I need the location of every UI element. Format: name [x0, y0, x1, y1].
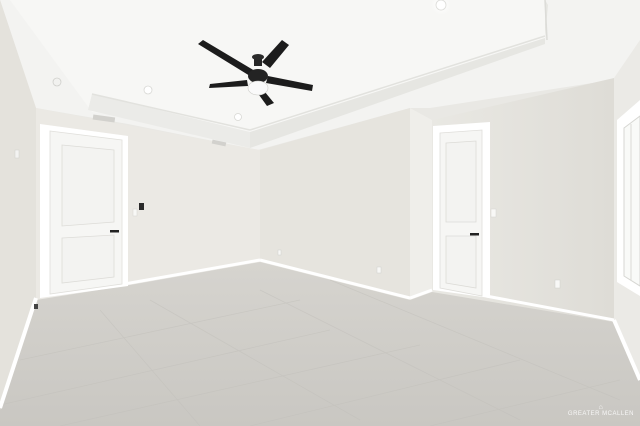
outlet [34, 304, 38, 309]
fan-light [247, 80, 269, 96]
outlet [14, 149, 20, 159]
watermark: ⌂ GREATER MCALLEN [568, 404, 634, 418]
recessed-light [143, 85, 153, 95]
right-door-handle [470, 233, 479, 236]
watermark-text: GREATER MCALLEN [567, 411, 634, 417]
thermostat [139, 203, 144, 210]
right-door-panel-upper [445, 140, 477, 223]
light-switch [132, 208, 138, 217]
outlet [554, 279, 561, 289]
fan-canopy [252, 54, 264, 60]
recessed-light [435, 0, 447, 11]
right-door-panel-lower [445, 235, 477, 289]
left-door-panel-upper [61, 144, 115, 227]
right-light-switch [490, 208, 497, 218]
house-logo-icon: ⌂ [598, 404, 604, 411]
left-door-handle [110, 230, 119, 233]
wall-pillar [410, 108, 432, 300]
window-glass [623, 115, 640, 287]
recessed-light [234, 113, 242, 121]
smoke-detector [52, 77, 62, 87]
room-illustration [0, 0, 640, 426]
outlet [277, 249, 282, 256]
room-photo: ⌂ GREATER MCALLEN [0, 0, 640, 426]
left-door-panel-lower [61, 234, 115, 284]
outlet [376, 266, 382, 274]
